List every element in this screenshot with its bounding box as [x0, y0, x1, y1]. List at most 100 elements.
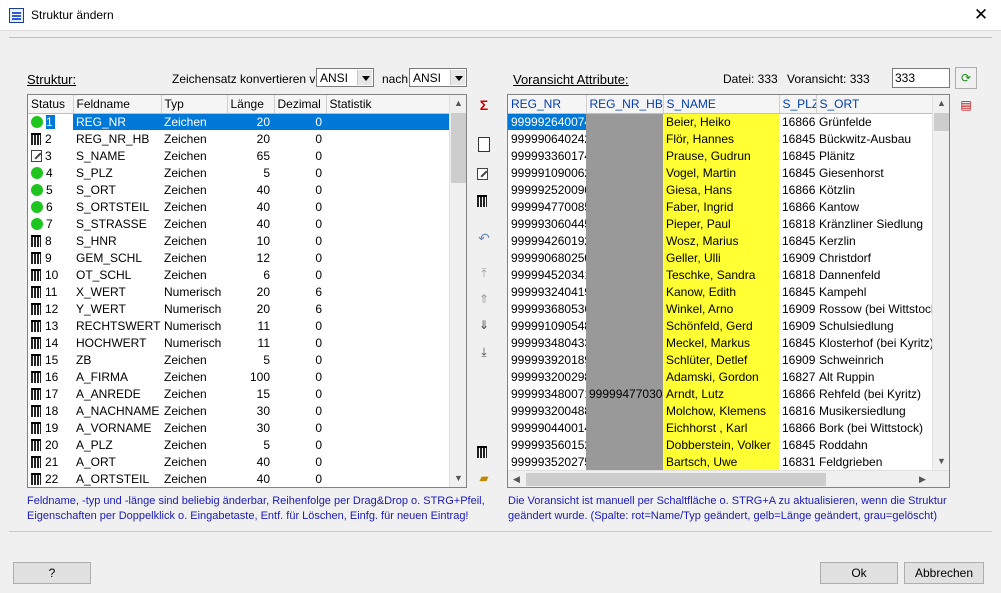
undo-button[interactable]: ↶ [473, 227, 495, 249]
field-type-cell: Numerisch [164, 284, 222, 299]
new-field-button[interactable] [473, 136, 495, 158]
move-up-button[interactable]: ⇑ [473, 288, 495, 310]
structure-row[interactable]: 21 A_ORT Zeichen 40 0 [28, 453, 451, 470]
hscroll-thumb[interactable] [526, 473, 826, 486]
structure-row[interactable]: 22 A_ORTSTEIL Zeichen 40 0 [28, 470, 451, 487]
structure-row[interactable]: 9 GEM_SCHL Zeichen 12 0 [28, 249, 451, 266]
delete-field-button[interactable] [473, 190, 495, 212]
open-structure-button[interactable]: ▰ [473, 467, 495, 489]
structure-row[interactable]: 20 A_PLZ Zeichen 5 0 [28, 436, 451, 453]
cancel-button[interactable]: Abbrechen [904, 562, 984, 584]
preview-row[interactable]: 999991090548 Schönfeld, Gerd 16909 Schulsie… [508, 317, 932, 334]
scroll-right-icon[interactable]: ▶ [914, 471, 931, 487]
preview-column-header[interactable]: REG_NR_HB [586, 95, 664, 114]
preview-row[interactable]: 999992520090 Giesa, Hans 16866 Kötzlin [508, 181, 932, 198]
preview-row[interactable]: 999993480433 Meckel, Markus 16845 Klosterho… [508, 334, 932, 351]
structure-column-header[interactable]: Typ [161, 95, 228, 114]
preview-row[interactable]: 999994520341 Teschke, Sandra 16818 Dannenfe… [508, 266, 932, 283]
preview-column-header[interactable]: S_NAME [663, 95, 780, 114]
structure-row[interactable]: 16 A_FIRMA Zeichen 100 0 [28, 368, 451, 385]
preview-row[interactable]: 999993920189 Schlüter, Detlef 16909 Schwein… [508, 351, 932, 368]
structure-row[interactable]: 5 S_ORT Zeichen 40 0 [28, 181, 451, 198]
structure-row[interactable]: 15 ZB Zeichen 5 0 [28, 351, 451, 368]
preview-reg-nr-hb-cell [586, 317, 663, 334]
preview-column-header[interactable]: REG_NR [508, 95, 587, 114]
structure-column-header[interactable]: Statistik [326, 95, 452, 114]
preview-table[interactable]: REG_NR REG_NR_HB S_NAME S_PLZ S_ORT 99999264… [507, 94, 950, 488]
structure-row[interactable]: 1 REG_NR Zeichen 20 0 [28, 113, 451, 130]
scroll-up-icon[interactable]: ▲ [450, 95, 466, 112]
copy-structure-button[interactable] [473, 441, 495, 463]
preview-row[interactable]: 999993200488 Molchow, Klemens 16816 Musiker… [508, 402, 932, 419]
scroll-thumb[interactable] [451, 113, 466, 183]
structure-row[interactable]: 19 A_VORNAME Zeichen 30 0 [28, 419, 451, 436]
structure-row[interactable]: 11 X_WERT Numerisch 20 6 [28, 283, 451, 300]
ok-button[interactable]: Ok [820, 562, 898, 584]
structure-status-cell: 10 [28, 266, 73, 283]
structure-row[interactable]: 6 S_ORTSTEIL Zeichen 40 0 [28, 198, 451, 215]
refresh-preview-button[interactable]: ⟳ [955, 67, 977, 89]
preview-name-cell: Arndt, Lutz [663, 385, 779, 402]
move-bottom-button[interactable]: ⤓ [473, 341, 495, 363]
charset-to-select[interactable]: ANSI [409, 68, 467, 87]
preview-column-header[interactable]: S_ORT [816, 95, 933, 114]
structure-row[interactable]: 8 S_HNR Zeichen 10 0 [28, 232, 451, 249]
scroll-left-icon[interactable]: ◀ [508, 471, 525, 487]
preview-row[interactable]: 999994770085 Faber, Ingrid 16866 Kantow [508, 198, 932, 215]
preview-row[interactable]: 999993200298 Adamski, Gordon 16827 Alt Rupp… [508, 368, 932, 385]
field-length-cell: 12 [256, 250, 270, 265]
preview-row[interactable]: 999993480071 999994770302 Arndt, Lutz 16866… [508, 385, 932, 402]
preview-row[interactable]: 999993520275 Bartsch, Uwe 16831 Feldgrieben [508, 453, 932, 470]
preview-row[interactable]: 999993360174 Prause, Gudrun 16845 Plänitz [508, 147, 932, 164]
preview-row[interactable]: 999994260192 Wosz, Marius 16845 Kerzlin [508, 232, 932, 249]
field-name-cell: A_ORT [76, 454, 116, 469]
structure-scrollbar[interactable]: ▲ ▼ [449, 95, 466, 487]
move-down-button[interactable]: ⇓ [473, 314, 495, 336]
structure-row[interactable]: 10 OT_SCHL Zeichen 6 0 [28, 266, 451, 283]
preview-hscrollbar[interactable]: ◀ ▶ [508, 470, 949, 487]
preview-reg-nr-cell: 999990640242 [511, 131, 586, 146]
preview-row[interactable]: 999993560152 Dobberstein, Volker 16845 Rodd… [508, 436, 932, 453]
structure-status-cell: 9 [28, 249, 73, 266]
preview-vscrollbar[interactable]: ▲ ▼ [932, 95, 949, 470]
structure-row[interactable]: 4 S_PLZ Zeichen 5 0 [28, 164, 451, 181]
footer-divider [9, 531, 992, 532]
field-statistic-cell [326, 334, 451, 351]
preview-count-input[interactable] [892, 68, 950, 88]
preview-settings-button[interactable]: ▤ [955, 94, 977, 116]
sum-statistics-button[interactable]: Σ [473, 94, 495, 116]
structure-column-header[interactable]: Dezimal [274, 95, 327, 114]
preview-row[interactable]: 999992640074 Beier, Heiko 16866 Grünfelde [508, 113, 932, 130]
scroll-down-icon[interactable]: ▼ [450, 470, 466, 487]
structure-row[interactable]: 17 A_ANREDE Zeichen 15 0 [28, 385, 451, 402]
charset-from-select[interactable]: ANSI [316, 68, 374, 87]
structure-row[interactable]: 7 S_STRASSE Zeichen 40 0 [28, 215, 451, 232]
structure-table[interactable]: Status Feldname Typ Länge Dezimal Statistik 1… [27, 94, 467, 488]
preview-row[interactable]: 999990680250 Geller, Ulli 16909 Christdorf [508, 249, 932, 266]
preview-row[interactable]: 999991090062 Vogel, Martin 16845 Giesenhors… [508, 164, 932, 181]
structure-row[interactable]: 18 A_NACHNAME Zeichen 30 0 [28, 402, 451, 419]
scroll-up-icon[interactable]: ▲ [933, 95, 949, 112]
preview-column-header[interactable]: S_PLZ [779, 95, 817, 114]
structure-column-header[interactable]: Status [28, 95, 74, 114]
close-icon[interactable]: ✕ [968, 3, 994, 27]
help-button[interactable]: ? [13, 562, 91, 584]
structure-row[interactable]: 14 HOCHWERT Numerisch 11 0 [28, 334, 451, 351]
structure-row[interactable]: 13 RECHTSWERT Numerisch 11 0 [28, 317, 451, 334]
structure-column-header[interactable]: Feldname [73, 95, 162, 114]
structure-row[interactable]: 2 REG_NR_HB Zeichen 20 0 [28, 130, 451, 147]
preview-row[interactable]: 999993240419 Kanow, Edith 16845 Kampehl [508, 283, 932, 300]
preview-row[interactable]: 999993680536 Winkel, Arno 16909 Rossow (bei… [508, 300, 932, 317]
edit-field-button[interactable] [473, 163, 495, 185]
preview-row[interactable]: 999990640242 Flör, Hannes 16845 Bückwitz-Au… [508, 130, 932, 147]
structure-column-header[interactable]: Länge [227, 95, 275, 114]
status-deleted-icon [31, 302, 41, 315]
structure-row[interactable]: 3 S_NAME Zeichen 65 0 [28, 147, 451, 164]
preview-row[interactable]: 999993060445 Pieper, Paul 16818 Kränzliner … [508, 215, 932, 232]
structure-row[interactable]: 12 Y_WERT Numerisch 20 6 [28, 300, 451, 317]
preview-reg-nr-hb-cell [586, 232, 663, 249]
preview-row[interactable]: 999990440014 Eichhorst , Karl 16866 Bork (b… [508, 419, 932, 436]
move-top-button[interactable]: ⤒ [473, 262, 495, 284]
scroll-thumb[interactable] [934, 113, 949, 131]
scroll-down-icon[interactable]: ▼ [933, 453, 949, 470]
